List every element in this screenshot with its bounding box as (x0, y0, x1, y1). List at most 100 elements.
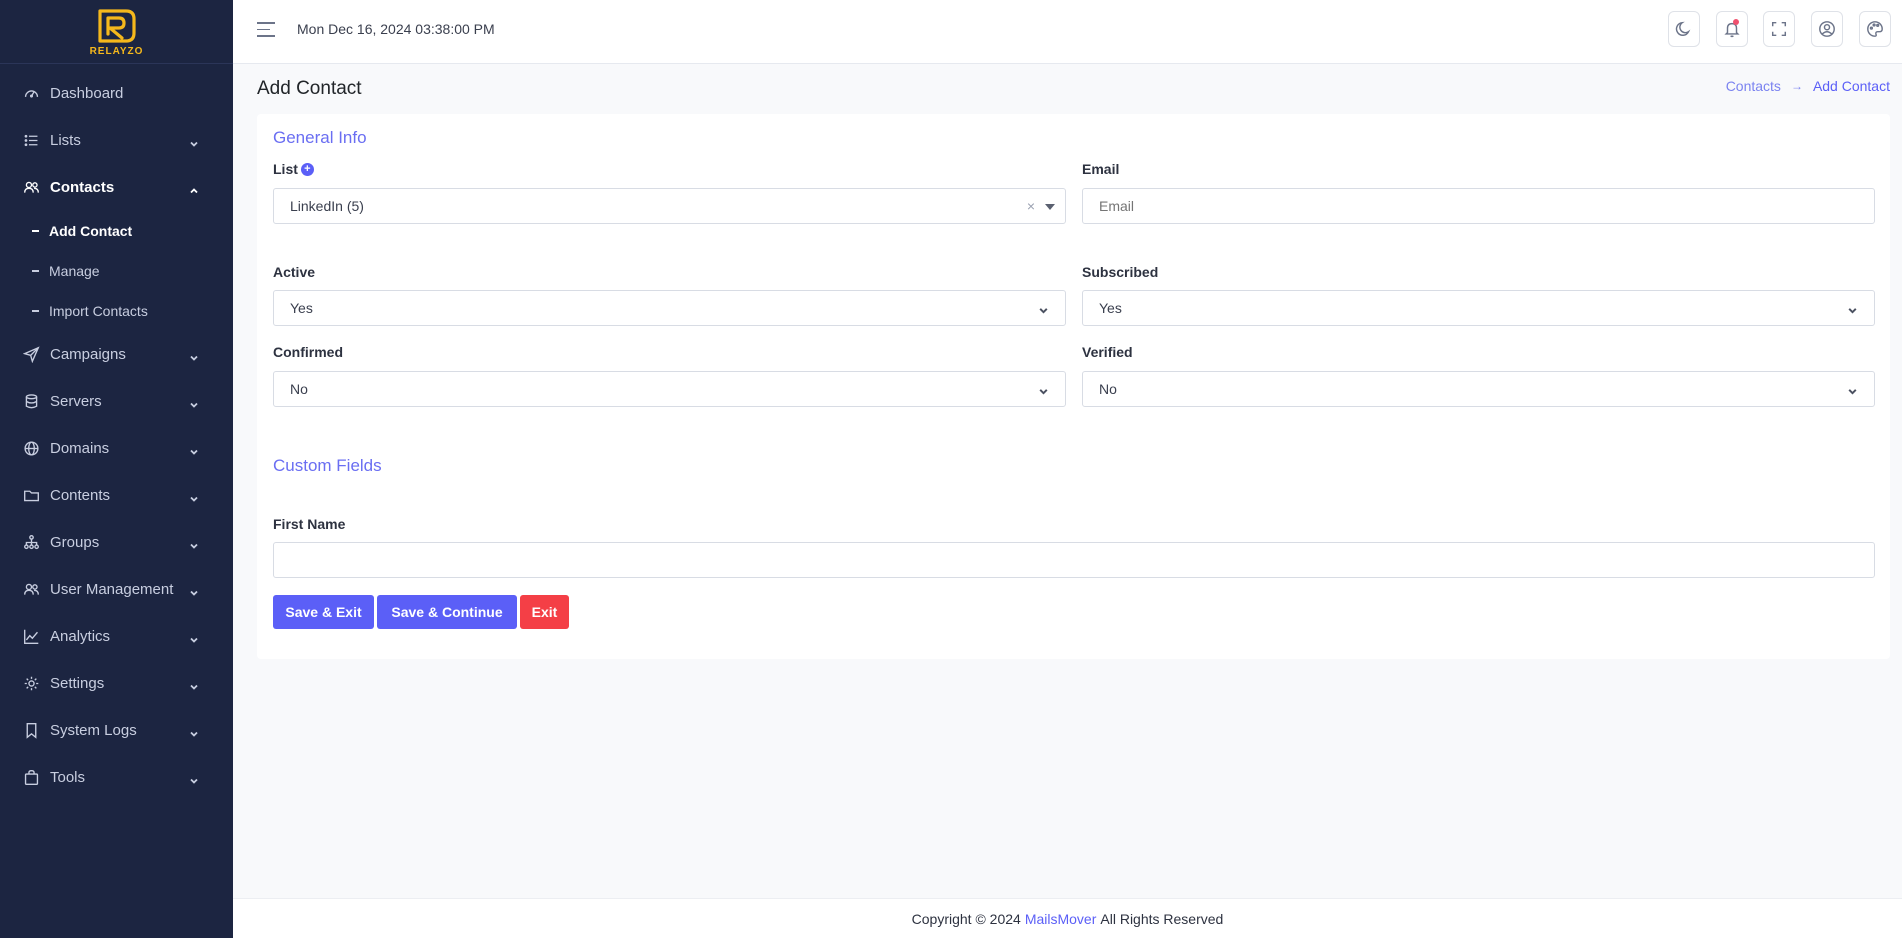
sidebar-item-domains[interactable]: Domains (0, 425, 233, 472)
footer-brand-link[interactable]: MailsMover (1025, 911, 1097, 927)
chevron-down-icon (1038, 303, 1049, 314)
bookmark-icon (22, 722, 40, 740)
notifications-button[interactable] (1716, 11, 1748, 47)
chevron-down-icon (189, 397, 199, 408)
user-group-icon (22, 581, 40, 599)
save-exit-button[interactable]: Save & Exit (273, 595, 374, 629)
page-title: Add Contact (257, 78, 362, 99)
active-select[interactable]: Yes (273, 290, 1066, 326)
chevron-down-icon (189, 136, 199, 147)
save-continue-button[interactable]: Save & Continue (377, 595, 517, 629)
first-name-label: First Name (273, 516, 346, 532)
sidebar-subitem-import-contacts[interactable]: Import Contacts (0, 291, 233, 331)
list-label: List + (273, 161, 314, 177)
sidebar-item-contents[interactable]: Contents (0, 472, 233, 519)
sidebar-subitem-add-contact[interactable]: Add Contact (0, 211, 233, 251)
fullscreen-button[interactable] (1763, 11, 1795, 47)
confirmed-select-value: No (290, 381, 308, 397)
sidebar-item-settings[interactable]: Settings (0, 660, 233, 707)
logo-text: RELAYZO (89, 45, 144, 57)
caret-down-icon[interactable] (1045, 204, 1055, 210)
exit-button[interactable]: Exit (520, 595, 569, 629)
active-label: Active (273, 264, 316, 280)
breadcrumb-current: Add Contact (1812, 78, 1890, 94)
sidebar-item-label: Dashboard (50, 85, 124, 102)
sidebar-item-label: Contacts (50, 179, 115, 196)
bag-icon (22, 769, 40, 787)
footer-rights: All Rights Reserved (1100, 910, 1224, 927)
sidebar-item-dashboard[interactable]: Dashboard (0, 70, 233, 117)
gear-icon (22, 675, 40, 693)
email-input[interactable] (1082, 188, 1875, 224)
list-icon (22, 132, 40, 150)
chevron-down-icon (189, 491, 199, 502)
folder-icon (22, 487, 40, 505)
topbar: Mon Dec 16, 2024 03:38:00 PM (233, 0, 1902, 64)
chevron-down-icon (1038, 384, 1049, 395)
hamburger-menu-icon[interactable] (257, 22, 275, 38)
user-circle-icon (1819, 21, 1835, 37)
theme-customizer-button[interactable] (1859, 11, 1891, 47)
chevron-up-icon (189, 183, 199, 193)
globe-icon (22, 440, 40, 458)
sidebar-item-servers[interactable]: Servers (0, 378, 233, 425)
sidebar-item-campaigns[interactable]: Campaigns (0, 331, 233, 378)
verified-select[interactable]: No (1082, 371, 1875, 407)
list-label-text: List (273, 161, 298, 177)
sidebar-item-analytics[interactable]: Analytics (0, 613, 233, 660)
sidebar-item-lists[interactable]: Lists (0, 117, 233, 164)
sidebar-item-label: Domains (50, 440, 110, 457)
subscribed-label: Subscribed (1082, 264, 1159, 280)
add-list-icon[interactable]: + (300, 162, 314, 176)
footer-copyright: Copyright © 2024 (911, 910, 1021, 927)
sitemap-icon (22, 534, 40, 552)
active-select-value: Yes (290, 300, 313, 316)
chevron-down-icon (189, 773, 199, 784)
sidebar-nav: Dashboard Lists Contacts Add Contact Man… (0, 70, 233, 801)
user-profile-button[interactable] (1811, 11, 1843, 47)
confirmed-select[interactable]: No (273, 371, 1066, 407)
sidebar-item-tools[interactable]: Tools (0, 754, 233, 801)
notification-dot (1733, 19, 1739, 25)
sidebar-item-contacts[interactable]: Contacts (0, 164, 233, 211)
gauge-icon (22, 85, 40, 103)
breadcrumb: Contacts → Add Contact (1726, 78, 1890, 94)
sidebar-item-label: Campaigns (50, 346, 126, 363)
dark-mode-toggle[interactable] (1668, 11, 1700, 47)
sidebar-item-label: Tools (50, 769, 86, 786)
sidebar-subitem-manage[interactable]: Manage (0, 251, 233, 291)
sidebar-item-label: Lists (50, 132, 81, 149)
sidebar-subitem-label: Import Contacts (49, 303, 148, 319)
sidebar-subitem-label: Add Contact (49, 223, 133, 239)
palette-icon (1867, 21, 1883, 37)
sidebar-item-label: Analytics (50, 628, 111, 645)
sidebar-item-label: Contents (50, 487, 111, 504)
clear-icon[interactable]: × (1027, 198, 1035, 214)
database-icon (22, 393, 40, 411)
list-select-value: LinkedIn (5) (290, 198, 364, 214)
chevron-down-icon (189, 538, 199, 549)
logo[interactable]: RELAYZO (0, 0, 233, 64)
sidebar-item-user-management[interactable]: User Management (0, 566, 233, 613)
subscribed-select[interactable]: Yes (1082, 290, 1875, 326)
confirmed-label: Confirmed (273, 344, 343, 360)
first-name-input[interactable] (273, 542, 1875, 578)
chevron-down-icon (1847, 384, 1858, 395)
chevron-down-icon (1847, 303, 1858, 314)
relayzo-logo-icon (97, 8, 136, 43)
fullscreen-icon (1771, 21, 1787, 37)
add-contact-card: General Info List + LinkedIn (5) × Email… (257, 114, 1890, 659)
sidebar-item-groups[interactable]: Groups (0, 519, 233, 566)
arrow-right-icon: → (1790, 79, 1803, 93)
sidebar-item-label: Servers (50, 393, 102, 410)
dash-icon (32, 230, 39, 232)
list-select[interactable]: LinkedIn (5) × (273, 188, 1066, 224)
sidebar-item-system-logs[interactable]: System Logs (0, 707, 233, 754)
breadcrumb-contacts-link[interactable]: Contacts (1726, 78, 1781, 94)
chart-line-icon (22, 628, 40, 646)
dash-icon (32, 310, 39, 312)
sidebar-subitem-label: Manage (49, 263, 100, 279)
general-info-title: General Info (273, 128, 367, 147)
chevron-down-icon (189, 585, 199, 596)
chevron-down-icon (189, 679, 199, 690)
